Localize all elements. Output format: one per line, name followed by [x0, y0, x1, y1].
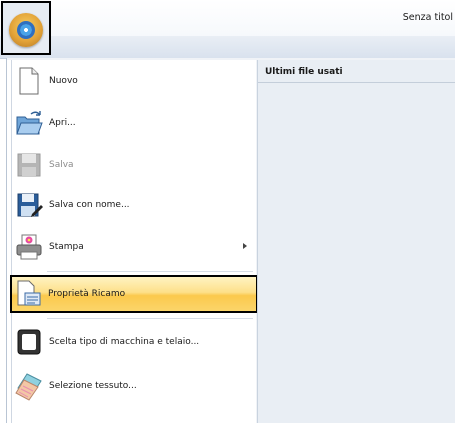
- open-folder-icon: [15, 108, 43, 138]
- fabric-select-icon: [15, 371, 43, 401]
- menu-item-label: Proprietà Ricamo: [48, 289, 126, 299]
- menu-item-label: Salva con nome...: [49, 200, 130, 210]
- menu-item-salva-con-nome[interactable]: Salva con nome...: [13, 188, 255, 222]
- menu-item-label: Scelta tipo di macchina e telaio...: [49, 337, 200, 347]
- menu-item-label: Apri...: [49, 118, 76, 128]
- machine-hoop-icon: [15, 327, 43, 357]
- save-as-icon: [15, 190, 43, 220]
- menu-item-proprieta-ricamo[interactable]: Proprietà Ricamo: [10, 275, 258, 313]
- recent-files-panel: Ultimi file usati: [257, 60, 455, 423]
- menu-item-scelta-macchina-telaio[interactable]: Scelta tipo di macchina e telaio...: [13, 325, 255, 359]
- menu-item-label: Stampa: [49, 242, 84, 252]
- ribbon-strip: [0, 36, 455, 59]
- menu-separator: [47, 271, 253, 272]
- application-menu-button[interactable]: [1, 1, 51, 55]
- submenu-arrow-icon: [243, 243, 247, 249]
- save-disk-icon: [15, 150, 43, 180]
- menu-item-salva[interactable]: Salva: [13, 148, 255, 182]
- menu-item-nuovo[interactable]: Nuovo: [13, 64, 255, 98]
- recent-files-header: Ultimi file usati: [265, 67, 343, 77]
- embroidery-properties-icon: [14, 279, 42, 309]
- menu-item-label: Selezione tessuto...: [49, 381, 137, 391]
- menu-commands: Nuovo Apri... Salva Salva con nome... St…: [7, 60, 258, 423]
- new-document-icon: [15, 66, 43, 96]
- menu-separator: [47, 318, 253, 319]
- app-orb-icon: [9, 13, 43, 47]
- menu-item-selezione-tessuto[interactable]: Selezione tessuto...: [13, 369, 255, 403]
- menu-item-apri[interactable]: Apri...: [13, 106, 255, 140]
- window-title: Senza titol: [402, 12, 453, 23]
- application-menu: Nuovo Apri... Salva Salva con nome... St…: [6, 58, 455, 423]
- printer-icon: [15, 232, 43, 262]
- menu-item-label: Salva: [49, 160, 74, 170]
- menu-item-label: Nuovo: [49, 76, 78, 86]
- menu-item-stampa[interactable]: Stampa: [13, 230, 255, 264]
- recent-files-divider: [258, 82, 455, 83]
